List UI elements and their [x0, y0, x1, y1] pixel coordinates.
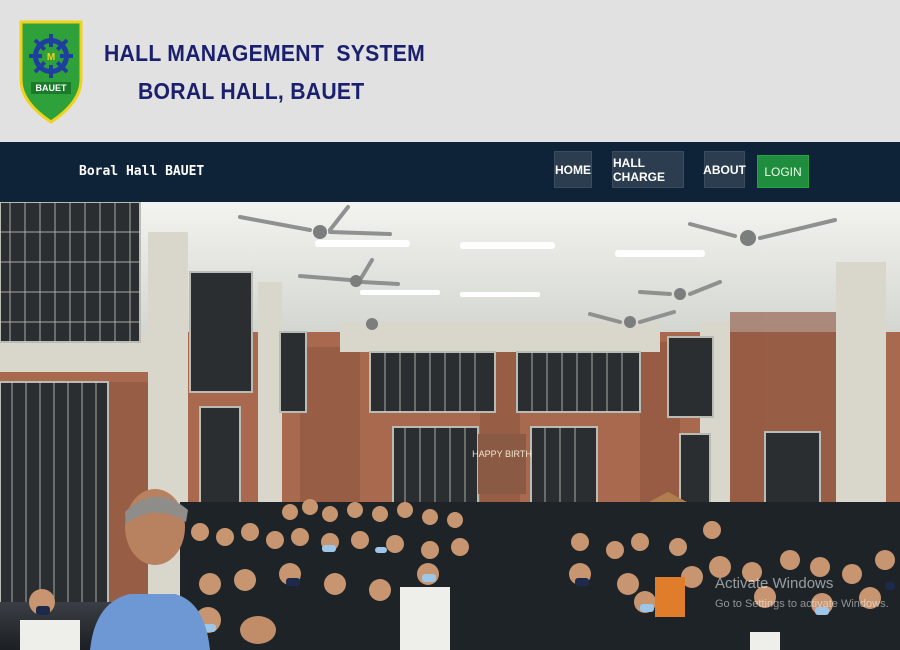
nav-home[interactable]: HOME: [554, 151, 592, 188]
navbar: Boral Hall BAUET HOME HALL CHARGE ABOUT …: [0, 142, 900, 202]
site-header: M BAUET HALL MANAGEMENT SYSTEM BORAL HAL…: [0, 0, 900, 142]
bauet-logo: M BAUET: [19, 20, 83, 124]
page-title: HALL MANAGEMENT SYSTEM: [104, 40, 426, 66]
watermark-title: Activate Windows: [715, 575, 834, 592]
watermark-subtitle: Go to Settings to activate Windows.: [715, 598, 889, 610]
login-button[interactable]: LOGIN: [757, 155, 809, 188]
page-subtitle: BORAL HALL, BAUET: [138, 78, 365, 104]
birthday-banner-text: HAPPY BIRTH: [472, 449, 532, 459]
logo-text: BAUET: [36, 83, 68, 93]
navbar-brand[interactable]: Boral Hall BAUET: [79, 164, 204, 179]
svg-text:M: M: [47, 52, 55, 63]
nav-hall-charge[interactable]: HALL CHARGE: [612, 151, 684, 188]
nav-about[interactable]: ABOUT: [703, 151, 746, 188]
hero-image: HAPPY BIRTH Activate Windows Go to Setti…: [0, 202, 900, 650]
